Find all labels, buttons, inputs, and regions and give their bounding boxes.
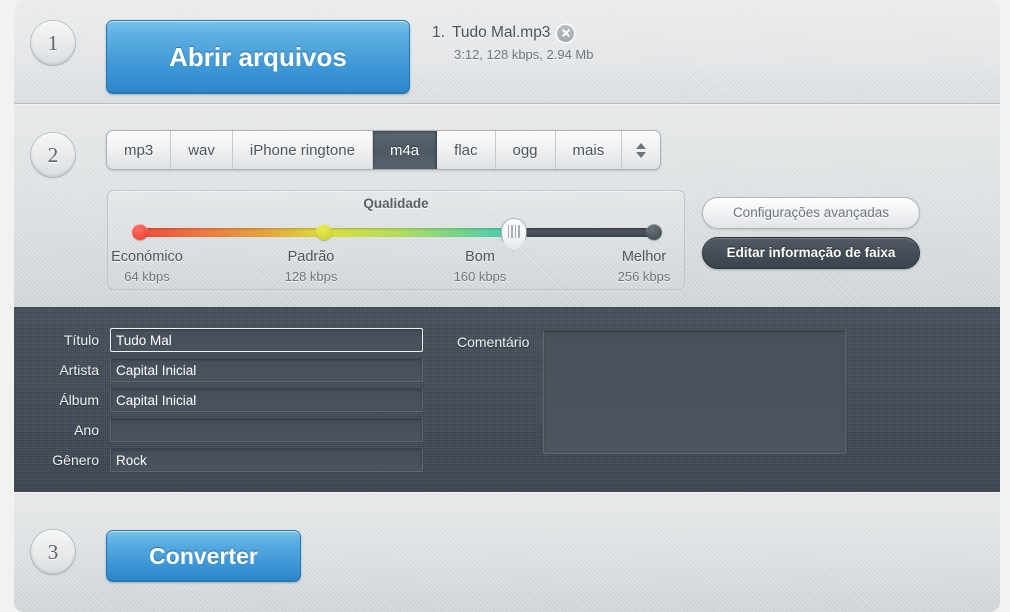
format-tab-mais[interactable]: mais bbox=[556, 131, 623, 169]
file-index: 1. bbox=[432, 24, 445, 41]
field-row-genero: Gênero bbox=[40, 445, 423, 475]
quality-tick-64[interactable] bbox=[132, 224, 148, 240]
quality-tick-128[interactable] bbox=[316, 224, 333, 240]
arrow-down-icon bbox=[636, 151, 647, 158]
file-meta: 3:12, 128 kbps, 2.94 Mb bbox=[454, 47, 594, 62]
field-row-album: Álbum bbox=[40, 385, 423, 415]
file-list-item: 1. Tudo Mal.mp3 bbox=[432, 24, 593, 42]
format-tab-m4a[interactable]: m4a bbox=[372, 131, 438, 169]
edit-track-info-button[interactable]: Editar informação de faixa bbox=[702, 237, 920, 269]
quality-slider[interactable] bbox=[132, 218, 662, 252]
artista-input[interactable] bbox=[110, 358, 423, 382]
genero-label: Gênero bbox=[52, 452, 99, 468]
artista-label: Artista bbox=[59, 362, 99, 378]
quality-stop-economico[interactable]: Económico 64 kbps bbox=[82, 249, 212, 284]
ano-label: Ano bbox=[74, 422, 99, 438]
titulo-input[interactable] bbox=[110, 328, 423, 352]
quality-stop-melhor[interactable]: Melhor 256 kbps bbox=[579, 249, 709, 284]
ano-input[interactable] bbox=[110, 418, 423, 442]
open-files-button[interactable]: Abrir arquivos bbox=[106, 20, 410, 94]
file-list: 1. Tudo Mal.mp3 3:12, 128 kbps, 2.94 Mb bbox=[432, 24, 593, 62]
arrow-up-icon bbox=[636, 142, 647, 149]
format-tab-flac[interactable]: flac bbox=[437, 131, 496, 169]
field-row-ano: Ano bbox=[40, 415, 423, 445]
quality-slider-handle[interactable] bbox=[500, 218, 527, 252]
genero-input[interactable] bbox=[110, 448, 423, 472]
format-tab-iphone-ringtone[interactable]: iPhone ringtone bbox=[233, 131, 373, 169]
album-label: Álbum bbox=[59, 392, 99, 408]
quality-stop-padrao[interactable]: Padrão 128 kbps bbox=[246, 249, 376, 284]
format-tab-bar: mp3 wav iPhone ringtone m4a flac ogg mai… bbox=[106, 130, 662, 170]
field-row-titulo: Título bbox=[40, 325, 423, 355]
converter-app-window: 1 Abrir arquivos 1. Tudo Mal.mp3 3:12, 1… bbox=[0, 0, 1010, 612]
field-row-artista: Artista bbox=[40, 355, 423, 385]
format-tab-wav[interactable]: wav bbox=[171, 131, 233, 169]
format-tab-mp3[interactable]: mp3 bbox=[107, 131, 172, 169]
comment-block: Comentário bbox=[457, 330, 847, 454]
convert-button[interactable]: Converter bbox=[106, 530, 301, 582]
quality-slider-track-remainder bbox=[513, 228, 656, 237]
file-name: Tudo Mal.mp3 bbox=[451, 24, 551, 41]
up-down-arrows-icon[interactable] bbox=[622, 131, 660, 169]
titulo-label: Título bbox=[63, 332, 99, 348]
comentario-label: Comentário bbox=[457, 334, 530, 350]
quality-panel: Qualidade Económico 64 kbps Padrão 128 k… bbox=[107, 190, 685, 290]
quality-scale-labels: Económico 64 kbps Padrão 128 kbps Bom 16… bbox=[108, 249, 686, 291]
format-tab-ogg[interactable]: ogg bbox=[496, 131, 556, 169]
quality-tick-256[interactable] bbox=[646, 224, 662, 240]
album-input[interactable] bbox=[110, 388, 423, 412]
step-2-number: 2 bbox=[31, 133, 75, 177]
step-1-number: 1 bbox=[31, 21, 75, 65]
quality-stop-bom[interactable]: Bom 160 kbps bbox=[415, 249, 545, 284]
close-circle-icon[interactable] bbox=[557, 24, 575, 42]
slider-grip-icon bbox=[507, 225, 520, 238]
advanced-settings-button[interactable]: Configurações avançadas bbox=[702, 197, 920, 229]
step-3-number: 3 bbox=[31, 530, 75, 574]
quality-title: Qualidade bbox=[363, 196, 429, 211]
comentario-input[interactable] bbox=[543, 330, 847, 454]
tag-fields: Título Artista Álbum Ano Gênero bbox=[40, 325, 423, 475]
